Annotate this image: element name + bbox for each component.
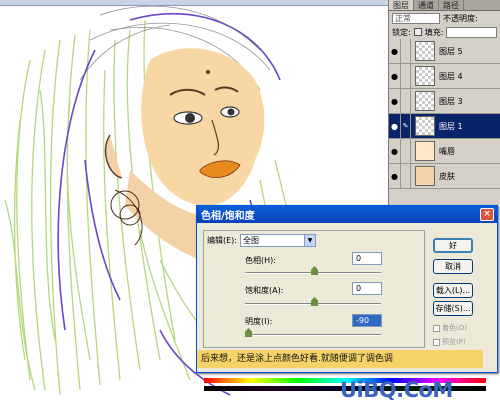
layer-thumbnail (415, 141, 435, 161)
colorize-checkbox[interactable]: 着色(O) (433, 323, 467, 333)
colorize-label: 着色(O) (442, 324, 467, 332)
preview-checkbox[interactable]: 预览(P) (433, 337, 466, 347)
layer-row[interactable]: ● 嘴唇 (389, 138, 500, 164)
lightness-label: 明度(I): (245, 317, 273, 326)
preview-label: 预览(P) (442, 338, 466, 346)
lightness-slider[interactable] (245, 328, 381, 337)
saturation-label: 饱和度(A): (245, 286, 284, 295)
tab-layers[interactable]: 图层 (389, 0, 414, 10)
tab-channels[interactable]: 通道 (414, 0, 439, 10)
lock-transparency-icon[interactable] (413, 28, 422, 36)
hue-saturation-dialog: 色相/饱和度 × 编辑(E): 全图 ▼ 色相(H): 0 饱和度(A): 0 … (196, 205, 498, 391)
hue-slider[interactable] (245, 266, 381, 275)
close-icon[interactable]: × (480, 208, 494, 221)
link-slot[interactable] (401, 163, 411, 189)
brush-icon[interactable]: ✎ (401, 113, 411, 139)
lock-label: 锁定: (392, 27, 411, 37)
checkbox-box[interactable] (433, 324, 440, 332)
tab-paths[interactable]: 路径 (439, 0, 464, 10)
link-slot[interactable] (401, 38, 411, 64)
chevron-down-icon[interactable]: ▼ (304, 235, 315, 246)
layers-panel-tabs: 图层 通道 路径 (389, 0, 500, 11)
hue-label: 色相(H): (245, 256, 276, 265)
lock-row: 锁定: 填充: (389, 25, 500, 39)
layer-name: 皮肤 (439, 171, 455, 181)
layer-thumbnail (415, 116, 435, 136)
eye-icon[interactable]: ● (389, 88, 401, 114)
annotation-note: 后来想，还是涂上点颜色好看.就随便调了调色调 (197, 350, 483, 368)
dialog-title: 色相/饱和度 (197, 206, 497, 223)
layer-name: 图层 5 (439, 46, 463, 56)
edit-select[interactable]: 全图 ▼ (240, 234, 316, 247)
layer-row[interactable]: ● 图层 5 (389, 38, 500, 64)
edit-label: 编辑(E): (207, 236, 237, 245)
layer-row[interactable]: ● 图层 4 (389, 63, 500, 89)
saturation-slider[interactable] (245, 297, 381, 306)
layer-row[interactable]: ● 图层 3 (389, 88, 500, 114)
layer-name: 图层 3 (439, 96, 463, 106)
adjust-group (203, 230, 425, 348)
layer-thumbnail (415, 66, 435, 86)
saturation-input[interactable]: 0 (352, 282, 382, 295)
hue-input[interactable]: 0 (352, 252, 382, 265)
lightness-input[interactable]: -90 (352, 314, 382, 327)
link-slot[interactable] (401, 63, 411, 89)
layer-thumbnail (415, 166, 435, 186)
fill-input[interactable] (446, 26, 497, 38)
eye-icon[interactable]: ● (389, 163, 401, 189)
layer-thumbnail (415, 91, 435, 111)
edit-row: 编辑(E): 全图 ▼ (207, 234, 316, 247)
cancel-button[interactable]: 取消 (433, 259, 473, 274)
layer-name: 图层 1 (439, 121, 463, 131)
layer-name: 图层 4 (439, 71, 463, 81)
save-button[interactable]: 存储(S)... (433, 301, 473, 316)
fill-label: 填充: (424, 27, 444, 37)
load-button[interactable]: 载入(L)... (433, 283, 473, 298)
eye-icon[interactable]: ● (389, 138, 401, 164)
layers-panel: 图层 通道 路径 正常 不透明度: 锁定: 填充: ● 图层 5 ● 图层 4 … (388, 0, 500, 205)
canvas-top-strip (0, 0, 388, 6)
ok-button[interactable]: 好 (433, 238, 473, 253)
link-slot[interactable] (401, 88, 411, 114)
blend-mode-select[interactable]: 正常 (392, 12, 440, 24)
eye-icon[interactable]: ● (389, 38, 401, 64)
layer-row-selected[interactable]: ● ✎ 图层 1 (389, 113, 500, 139)
eye-icon[interactable]: ● (389, 63, 401, 89)
checkbox-box[interactable] (433, 338, 440, 346)
opacity-label: 不透明度: (443, 13, 478, 23)
link-slot[interactable] (401, 138, 411, 164)
edit-select-value: 全图 (243, 236, 259, 245)
layer-list: ● 图层 5 ● 图层 4 ● 图层 3 ● ✎ 图层 1 ● 嘴唇 ● 皮肤 (389, 38, 500, 189)
layer-thumbnail (415, 41, 435, 61)
layer-row[interactable]: ● 皮肤 (389, 163, 500, 189)
eye-icon[interactable]: ● (389, 113, 401, 139)
watermark: UiBQ.CoM (340, 378, 453, 402)
blend-row: 正常 不透明度: (389, 11, 500, 25)
layer-name: 嘴唇 (439, 146, 455, 156)
